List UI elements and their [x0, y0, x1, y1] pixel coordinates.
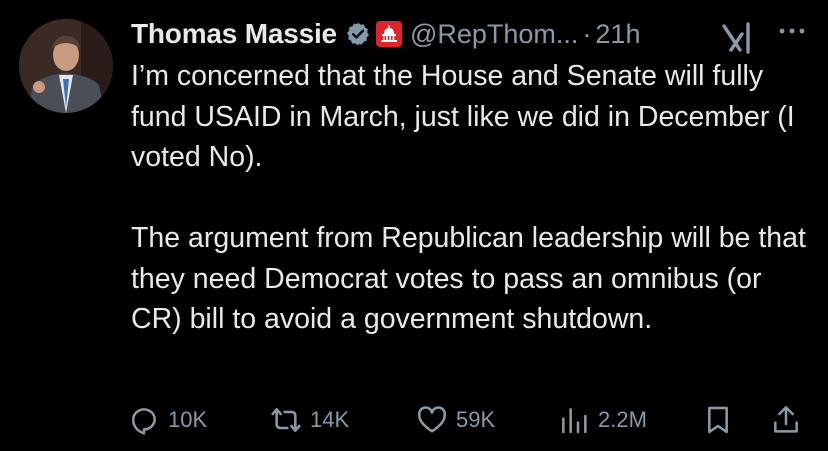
avatar-photo: [19, 19, 113, 113]
capitol-affiliation-icon[interactable]: [375, 21, 402, 47]
verified-badge-icon: [345, 21, 371, 47]
bookmark-button[interactable]: [702, 398, 734, 442]
handle[interactable]: @RepThom...: [410, 19, 578, 50]
bookmark-icon: [708, 406, 728, 434]
retweet-button[interactable]: 14K: [270, 398, 349, 442]
share-icon: [774, 406, 798, 433]
views-chart-icon: [562, 408, 587, 434]
retweet-count: 14K: [310, 407, 350, 432]
display-name[interactable]: Thomas Massie: [131, 18, 337, 50]
retweet-icon: [271, 408, 301, 432]
grok-icon[interactable]: [718, 20, 758, 54]
heart-icon: [417, 406, 447, 433]
tweet-paragraph: The argument from Republican leadership …: [131, 222, 806, 335]
more-options-icon[interactable]: [775, 20, 809, 42]
avatar[interactable]: [19, 19, 113, 113]
reply-button[interactable]: 10K: [128, 398, 207, 442]
share-button[interactable]: [770, 398, 802, 442]
views-button[interactable]: 2.2M: [558, 398, 647, 442]
tweet-text: I’m concerned that the House and Senate …: [131, 56, 811, 340]
tweet-paragraph: I’m concerned that the House and Senate …: [131, 60, 795, 173]
reply-count: 10K: [168, 407, 208, 432]
timestamp[interactable]: 21h: [595, 19, 640, 50]
view-count: 2.2M: [598, 407, 647, 432]
tweet-header: Thomas Massie @RepThom... · 21h: [131, 14, 640, 54]
reply-icon: [132, 408, 156, 435]
separator-dot: ·: [582, 18, 592, 49]
like-button[interactable]: 59K: [416, 398, 495, 442]
action-bar: 10K 14K 59K 2.2M: [128, 398, 818, 442]
like-count: 59K: [456, 407, 496, 432]
tweet: Thomas Massie @RepThom... · 21h I’m conc…: [0, 0, 828, 451]
